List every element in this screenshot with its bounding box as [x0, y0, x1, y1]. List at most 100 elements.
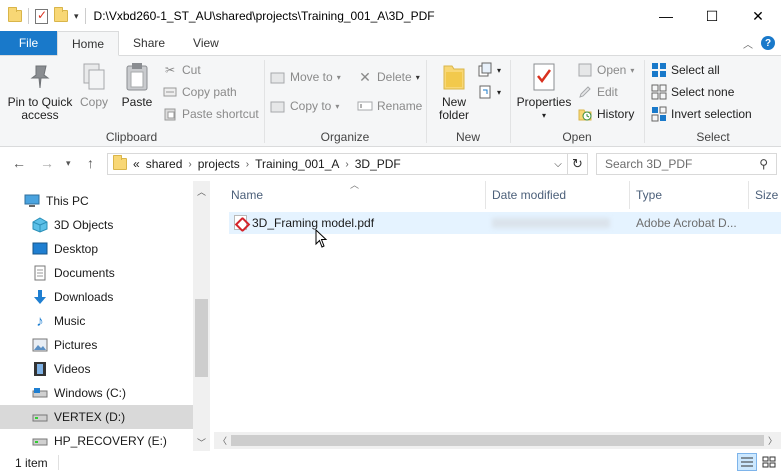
scroll-right-icon[interactable]: 〉	[768, 434, 777, 447]
navigation-pane: This PC 3D Objects Desktop Documents Dow…	[0, 181, 210, 451]
drive-icon	[32, 409, 48, 425]
tab-home[interactable]: Home	[57, 31, 120, 56]
edit-button[interactable]: Edit	[577, 82, 618, 102]
nav-pane-scrollbar[interactable]: ︿ ﹀	[193, 181, 210, 451]
select-all-button[interactable]: Select all	[651, 60, 720, 80]
file-row[interactable]: 3D_Framing model.pdf Adobe Acrobat D...	[229, 212, 781, 234]
column-header-name[interactable]: Name	[231, 181, 263, 209]
column-header-date-modified[interactable]: Date modified	[492, 181, 566, 209]
up-arrow-icon[interactable]: ↑	[87, 155, 94, 171]
scroll-up-icon[interactable]: ︿	[193, 185, 210, 198]
refresh-icon[interactable]: ↻	[567, 154, 587, 174]
new-group: New folder ▾ ▾ New	[427, 56, 509, 147]
nav-item-windows-c[interactable]: Windows (C:)	[0, 381, 193, 405]
details-view-icon[interactable]	[737, 453, 757, 471]
new-folder-icon	[439, 60, 469, 94]
new-folder-button[interactable]: New folder	[433, 60, 475, 122]
easy-access-button[interactable]: ▾	[477, 82, 501, 102]
nav-item-vertex-d[interactable]: VERTEX (D:)	[0, 405, 193, 429]
maximize-button[interactable]: ☐	[689, 0, 735, 32]
desktop-icon	[32, 241, 48, 257]
large-icons-view-icon[interactable]	[759, 453, 779, 471]
window-controls: — ☐ ✕	[643, 0, 781, 32]
properties-icon[interactable]	[35, 8, 48, 24]
column-separator[interactable]	[748, 181, 749, 209]
search-icon: ⚲	[759, 157, 768, 171]
drive-icon	[32, 433, 48, 449]
file-list-horizontal-scrollbar[interactable]: 〈 〉	[214, 432, 781, 449]
close-button[interactable]: ✕	[735, 0, 781, 32]
tab-file[interactable]: File	[0, 31, 57, 55]
collapse-ribbon-icon[interactable]: ︿	[743, 36, 753, 51]
back-arrow-icon[interactable]: ←	[12, 155, 26, 171]
copy-button[interactable]: Copy	[76, 60, 112, 109]
rename-button[interactable]: Rename	[357, 96, 422, 116]
column-header-type[interactable]: Type	[636, 181, 662, 209]
breadcrumb-item[interactable]: projects	[198, 157, 240, 171]
column-separator[interactable]	[485, 181, 486, 209]
nav-item-this-pc[interactable]: This PC	[0, 189, 193, 213]
paste-button[interactable]: Paste	[116, 60, 158, 109]
nav-item-downloads[interactable]: Downloads	[0, 285, 193, 309]
mouse-cursor-icon	[315, 229, 328, 248]
minimize-button[interactable]: —	[643, 0, 689, 32]
properties-button[interactable]: Properties ▾	[515, 60, 573, 122]
file-list: ︿ Name Date modified Type Size 3D_Framin…	[214, 180, 781, 451]
nav-item-pictures[interactable]: Pictures	[0, 333, 193, 357]
column-header-size[interactable]: Size	[755, 181, 778, 209]
nav-item-hp-recovery-e[interactable]: HP_RECOVERY (E:)	[0, 429, 193, 453]
3d-objects-icon	[32, 217, 48, 233]
computer-icon	[24, 193, 40, 209]
breadcrumb-item[interactable]: 3D_PDF	[355, 157, 401, 171]
nav-item-documents[interactable]: Documents	[0, 261, 193, 285]
nav-item-desktop[interactable]: Desktop	[0, 237, 193, 261]
delete-icon: ✕	[359, 68, 371, 85]
chevron-right-icon[interactable]: ›	[246, 159, 249, 170]
move-to-button[interactable]: Move to ▾	[270, 67, 341, 87]
scroll-down-icon[interactable]: ﹀	[193, 436, 210, 449]
forward-arrow-icon[interactable]: →	[40, 155, 54, 171]
view-buttons	[737, 453, 779, 471]
tab-share[interactable]: Share	[119, 31, 179, 55]
organize-group: Move to ▾ Copy to ▾ ✕ Delete ▾ Rename Or…	[265, 56, 425, 147]
music-icon: ♪	[36, 312, 44, 330]
cut-button[interactable]: ✂ Cut	[162, 60, 201, 80]
breadcrumb-item[interactable]: shared	[146, 157, 183, 171]
new-folder-icon[interactable]	[54, 7, 68, 22]
column-separator[interactable]	[629, 181, 630, 209]
paste-shortcut-button[interactable]: Paste shortcut	[162, 104, 259, 124]
pictures-icon	[32, 337, 48, 353]
scrollbar-thumb[interactable]	[195, 299, 208, 377]
address-history-dropdown-icon[interactable]: ⌵	[549, 159, 567, 170]
pin-to-quick-access-button[interactable]: Pin to Quick access	[6, 60, 74, 122]
properties-icon	[529, 60, 559, 94]
new-item-button[interactable]: ▾	[477, 60, 501, 80]
open-button[interactable]: Open ▾	[577, 60, 634, 80]
delete-button[interactable]: ✕ Delete ▾	[357, 67, 420, 87]
ribbon: Pin to Quick access Copy Paste ✂ Cut Cop…	[0, 56, 781, 147]
scroll-left-icon[interactable]: 〈	[218, 434, 227, 447]
invert-selection-button[interactable]: Invert selection	[651, 104, 752, 124]
select-none-button[interactable]: Select none	[651, 82, 734, 102]
chevron-right-icon[interactable]: ›	[345, 159, 348, 170]
history-icon	[577, 106, 593, 122]
copy-path-button[interactable]: Copy path	[162, 82, 237, 102]
nav-item-3d-objects[interactable]: 3D Objects	[0, 213, 193, 237]
status-bar: 1 item	[0, 451, 781, 474]
search-input[interactable]: Search 3D_PDF ⚲	[596, 153, 777, 175]
nav-item-videos[interactable]: Videos	[0, 357, 193, 381]
history-button[interactable]: History	[577, 104, 634, 124]
scrollbar-thumb[interactable]	[231, 435, 764, 446]
recent-locations-icon[interactable]: ▾	[66, 158, 71, 169]
breadcrumb-overflow[interactable]: «	[133, 157, 140, 171]
help-icon[interactable]: ?	[761, 36, 775, 50]
qa-customize-icon[interactable]: ▾	[74, 11, 79, 22]
tab-view[interactable]: View	[179, 31, 233, 55]
open-group-label: Open	[562, 130, 592, 144]
breadcrumb-item[interactable]: Training_001_A	[255, 157, 339, 171]
nav-item-music[interactable]: ♪ Music	[0, 309, 193, 333]
address-bar[interactable]: « shared › projects › Training_001_A › 3…	[107, 153, 588, 175]
copy-to-button[interactable]: Copy to ▾	[270, 96, 339, 116]
chevron-right-icon[interactable]: ›	[188, 159, 191, 170]
file-name: 3D_Framing model.pdf	[252, 216, 375, 230]
